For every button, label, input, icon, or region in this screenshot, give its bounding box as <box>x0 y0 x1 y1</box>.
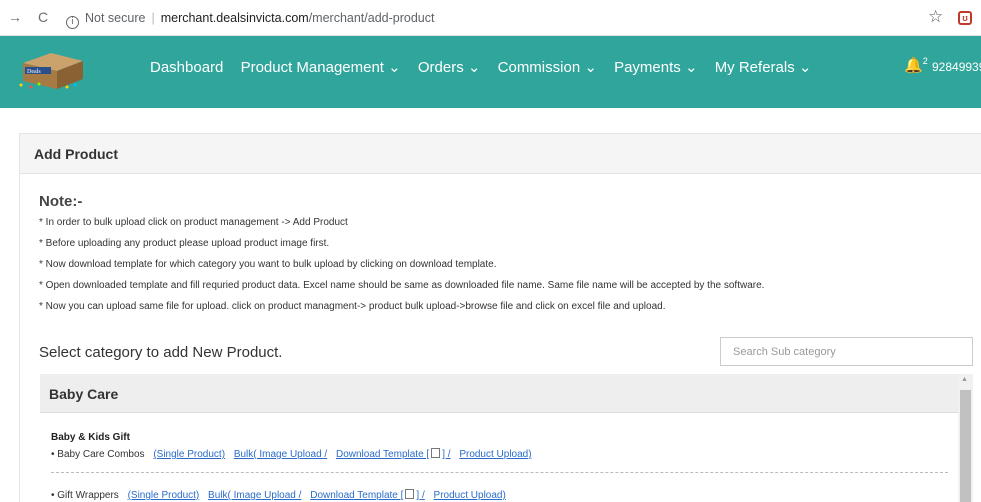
file-icon <box>431 448 441 458</box>
logo-text: Deals <box>27 69 41 75</box>
page-title: Add Product <box>34 146 118 162</box>
select-category-heading: Select category to add New Product. <box>39 344 283 361</box>
category-title: Baby Care <box>49 386 119 402</box>
note-line: * Now you can upload same file for uploa… <box>39 301 666 312</box>
download-template-end: ] / <box>442 449 451 460</box>
category-scrollbar[interactable]: ▲ <box>958 374 973 502</box>
download-template-label: Download Template [ <box>310 490 404 501</box>
item-divider <box>51 472 948 473</box>
extension-icon[interactable]: ʊ <box>958 11 972 25</box>
add-product-panel: Add Product Note:- * In order to bulk up… <box>19 133 981 502</box>
file-icon <box>405 489 415 499</box>
category-header-baby-care[interactable]: Baby Care <box>40 374 958 413</box>
note-line: * Now download template for which catego… <box>39 259 497 270</box>
single-product-link[interactable]: (Single Product) <box>128 490 200 501</box>
scroll-up-icon[interactable]: ▲ <box>961 376 968 383</box>
note-line: * In order to bulk upload click on produ… <box>39 217 348 228</box>
item-name: • Gift Wrappers <box>51 490 119 501</box>
address-bar[interactable]: i Not secure | merchant.dealsinvicta.com/me… <box>66 6 434 30</box>
not-secure-label: Not secure <box>85 11 146 25</box>
note-title: Note:- <box>39 193 83 210</box>
subcategory-title: Baby & Kids Gift <box>51 432 130 443</box>
nav-payments[interactable]: Payments ⌄ <box>614 59 697 76</box>
bulk-image-upload-link[interactable]: Bulk( Image Upload / <box>208 490 301 501</box>
download-template-label: Download Template [ <box>335 449 430 460</box>
bulk-image-upload-link[interactable]: Bulk( Image Upload / <box>234 449 327 460</box>
user-phone[interactable]: 92849939 <box>932 60 981 74</box>
site-logo[interactable]: Deals <box>17 49 89 91</box>
download-template-link[interactable]: Download Template [ ] / <box>335 448 451 460</box>
address-separator: | <box>151 11 155 25</box>
notification-bell-icon[interactable]: 🔔2 <box>904 56 928 74</box>
nav-dashboard[interactable]: Dashboard <box>150 59 223 76</box>
download-template-end: ] / <box>416 490 425 501</box>
notification-count: 2 <box>922 56 928 66</box>
product-upload-link[interactable]: Product Upload) <box>434 490 506 501</box>
list-item: • Baby Care Combos (Single Product) Bulk… <box>51 448 532 460</box>
note-line: * Open downloaded template and fill requ… <box>39 280 765 291</box>
forward-icon[interactable]: → <box>8 9 22 25</box>
info-icon[interactable]: i <box>66 16 79 29</box>
bookmark-star-icon[interactable]: ☆ <box>928 7 943 27</box>
note-line: * Before uploading any product please up… <box>39 238 330 249</box>
single-product-link[interactable]: (Single Product) <box>153 449 225 460</box>
download-template-link[interactable]: Download Template [ ] / <box>310 489 425 501</box>
nav-orders[interactable]: Orders ⌄ <box>418 59 481 76</box>
nav-my-referals[interactable]: My Referals ⌄ <box>715 59 812 76</box>
product-upload-link[interactable]: Product Upload) <box>459 449 531 460</box>
item-name: • Baby Care Combos <box>51 449 145 460</box>
nav-commission[interactable]: Commission ⌄ <box>498 59 597 76</box>
top-navbar: Deals Dashboard Product Management ⌄ Ord… <box>0 36 981 108</box>
scrollbar-thumb[interactable] <box>960 390 971 502</box>
browser-toolbar: → C i Not secure | merchant.dealsinvicta.co… <box>0 0 981 36</box>
panel-header: Add Product <box>20 134 981 174</box>
reload-icon[interactable]: C <box>38 9 48 25</box>
nav-product-management[interactable]: Product Management ⌄ <box>241 59 401 76</box>
search-subcategory-input[interactable] <box>720 337 973 366</box>
url-host: merchant.dealsinvicta.com <box>160 11 309 25</box>
url-path: /merchant/add-product <box>308 11 435 25</box>
list-item: • Gift Wrappers (Single Product) Bulk( I… <box>51 489 506 501</box>
main-nav: Dashboard Product Management ⌄ Orders ⌄ … <box>150 58 824 76</box>
